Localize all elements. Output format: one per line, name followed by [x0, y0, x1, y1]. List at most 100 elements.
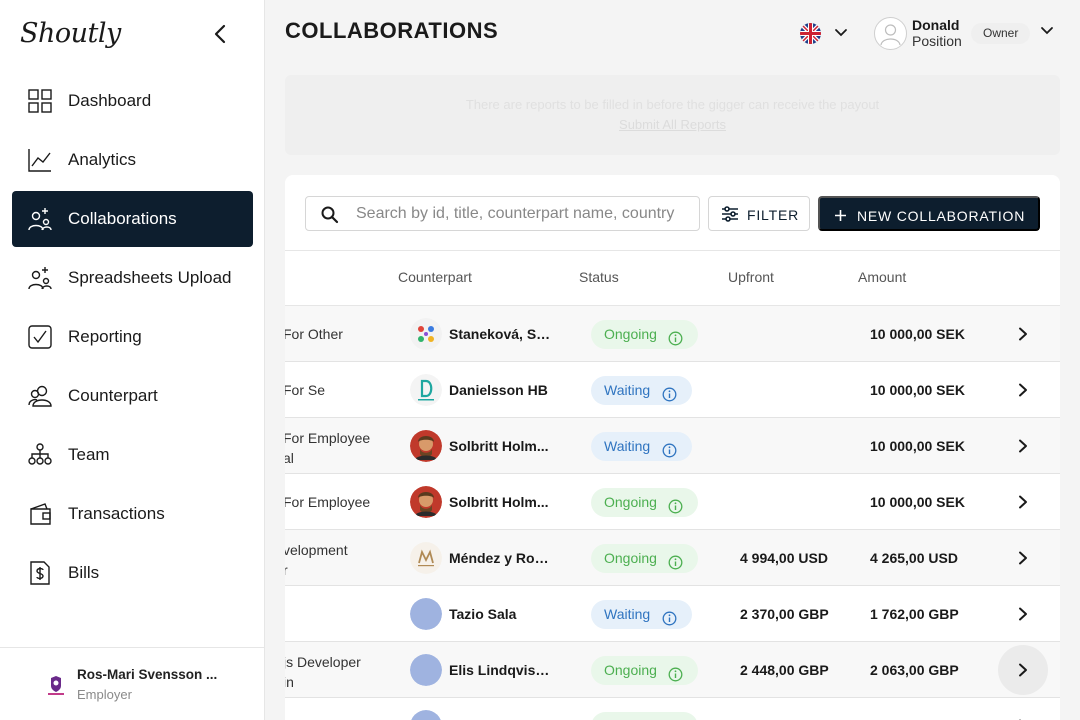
info-icon[interactable]: [668, 327, 683, 356]
status-badge[interactable]: Ongoing: [591, 656, 698, 685]
info-icon[interactable]: [662, 439, 677, 468]
status-badge[interactable]: Ongoing: [591, 320, 698, 349]
sidebar-item-label: Analytics: [68, 150, 137, 169]
status-badge[interactable]: Ongoing: [591, 712, 698, 720]
sidebar-item-team[interactable]: Team: [12, 427, 253, 483]
sidebar-item-bills[interactable]: Bills: [12, 545, 253, 601]
sidebar-item-label: Dashboard: [68, 91, 152, 110]
status-label: Waiting: [604, 438, 651, 454]
submit-all-reports-link[interactable]: Submit All Reports: [285, 117, 1060, 132]
info-icon[interactable]: [662, 607, 677, 636]
reporting-icon: [27, 324, 53, 350]
account-role: Employer: [77, 687, 132, 702]
collaboration-title: velopment r: [285, 542, 348, 578]
status-badge[interactable]: Waiting: [591, 600, 692, 629]
filter-label: FILTER: [747, 207, 799, 223]
sidebar-item-label: Team: [68, 445, 110, 464]
collaboration-title: ular: [285, 716, 373, 720]
collapse-sidebar-button[interactable]: [209, 22, 233, 46]
table-row[interactable]: For Other Staneková, Sz... Ongoing 10 000,0…: [285, 306, 1060, 362]
chevron-left-icon: [214, 24, 226, 44]
open-row-button[interactable]: [998, 477, 1048, 527]
status-badge[interactable]: Waiting: [591, 432, 692, 461]
info-icon[interactable]: [668, 663, 683, 692]
status-label: Waiting: [604, 382, 651, 398]
open-row-button[interactable]: [998, 309, 1048, 359]
table-row[interactable]: ular Ongoing: [285, 698, 1060, 720]
sidebar-item-spreadsheets-upload[interactable]: Spreadsheets Upload: [12, 250, 253, 306]
new-collaboration-button[interactable]: NEW COLLABORATION: [818, 196, 1040, 231]
counterpart-name: Elis Lindqvist ...: [449, 662, 551, 678]
sidebar-item-analytics[interactable]: Analytics: [12, 132, 253, 188]
sidebar-item-transactions[interactable]: Transactions: [12, 486, 253, 542]
table-row[interactable]: For Employee Solbritt Holm... Ongoing 10 00…: [285, 474, 1060, 530]
transactions-icon: [27, 501, 53, 527]
sidebar-item-collaborations[interactable]: Collaborations: [12, 191, 253, 247]
column-header-status[interactable]: Status: [579, 269, 619, 285]
search-box: [305, 196, 700, 231]
open-row-button[interactable]: [998, 533, 1048, 583]
info-icon[interactable]: [662, 383, 677, 412]
status-badge[interactable]: Ongoing: [591, 488, 698, 517]
collaboration-title: js Developer in: [285, 654, 361, 690]
info-icon[interactable]: [668, 551, 683, 580]
analytics-icon: [27, 147, 53, 173]
plus-icon: [834, 209, 847, 225]
sidebar-item-dashboard[interactable]: Dashboard: [12, 73, 253, 129]
sidebar-item-label: Collaborations: [68, 209, 177, 228]
upfront-value: 4 994,00 USD: [740, 550, 828, 566]
reports-banner: There are reports to be filled in before…: [285, 75, 1060, 155]
filter-button[interactable]: FILTER: [708, 196, 810, 231]
upfront-value: 2 370,00 GBP: [740, 606, 829, 622]
sidebar-item-counterpart[interactable]: Counterpart: [12, 368, 253, 424]
open-row-button[interactable]: [998, 421, 1048, 471]
chevron-down-icon: [834, 26, 848, 45]
chevron-down-icon: [1040, 24, 1054, 43]
status-badge[interactable]: Ongoing: [591, 544, 698, 573]
company-logo-icon: [44, 673, 68, 697]
open-row-button[interactable]: [998, 589, 1048, 639]
user-position: Position: [912, 33, 962, 49]
amount-value: 1 762,00 GBP: [870, 606, 959, 622]
page-title: COLLABORATIONS: [285, 18, 499, 43]
open-row-button[interactable]: [998, 365, 1048, 415]
counterpart-name: Méndez y Rod...: [449, 550, 551, 566]
info-icon[interactable]: [668, 495, 683, 524]
dashboard-icon: [27, 88, 53, 114]
table-row[interactable]: For Se Danielsson HB Waiting 10 000,00 SEK: [285, 362, 1060, 418]
open-row-button[interactable]: [998, 701, 1048, 720]
table-header: Counterpart Status Upfront Amount: [285, 250, 1060, 306]
sidebar-item-label: Bills: [68, 563, 100, 582]
status-label: Waiting: [604, 606, 651, 622]
collaboration-title: For Other: [285, 326, 343, 342]
table-row[interactable]: For Employee al Solbritt Holm... Waiting 10…: [285, 418, 1060, 474]
search-input[interactable]: [356, 203, 689, 225]
counterpart-avatar: [410, 542, 442, 574]
counterpart-avatar: [410, 486, 442, 518]
counterpart-name: Danielsson HB: [449, 382, 548, 398]
sidebar-nav: Dashboard Analytics Collaborations Sprea…: [12, 73, 253, 604]
account-switcher[interactable]: Ros-Mari Svensson ... Employer: [0, 647, 265, 720]
collaboration-title: For Se: [285, 382, 326, 398]
banner-text: There are reports to be filled in before…: [465, 97, 880, 112]
counterpart-avatar: [410, 318, 442, 350]
sidebar: Shoutly Dashboard Analytics Collaboratio…: [0, 0, 265, 720]
status-badge[interactable]: Waiting: [591, 376, 692, 405]
table-row[interactable]: Tazio Sala Waiting 2 370,00 GBP 1 762,00 GB…: [285, 586, 1060, 642]
column-header-upfront[interactable]: Upfront: [728, 269, 774, 285]
language-selector[interactable]: [800, 22, 850, 44]
open-row-button[interactable]: [998, 645, 1048, 695]
amount-value: 10 000,00 SEK: [870, 494, 965, 510]
new-collaboration-label: NEW COLLABORATION: [857, 208, 1026, 224]
shoutly-logo[interactable]: Shoutly: [20, 18, 121, 49]
table-row[interactable]: velopment r Méndez y Rod... Ongoing 4 994,0…: [285, 530, 1060, 586]
counterpart-name: Staneková, Sz...: [449, 326, 551, 342]
column-header-amount[interactable]: Amount: [858, 269, 906, 285]
amount-value: 10 000,00 SEK: [870, 382, 965, 398]
column-header-counterpart[interactable]: Counterpart: [398, 269, 472, 285]
sidebar-item-reporting[interactable]: Reporting: [12, 309, 253, 365]
user-menu[interactable]: Donald Position Owner: [874, 16, 1064, 50]
user-name: Donald: [912, 17, 960, 33]
table-row[interactable]: js Developer in Elis Lindqvist ... Ongoing…: [285, 642, 1060, 698]
counterpart-name: Solbritt Holm...: [449, 494, 549, 510]
